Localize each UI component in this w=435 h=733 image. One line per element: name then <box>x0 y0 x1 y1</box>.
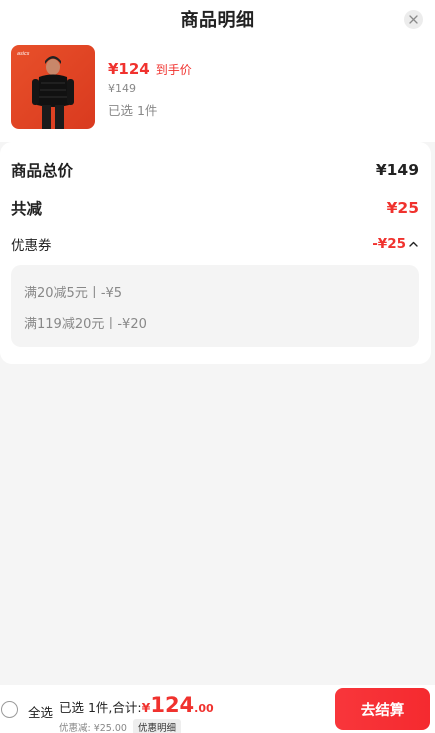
total-price-label: 商品总价 <box>11 162 74 180</box>
select-all-label[interactable]: 全选 <box>28 702 53 721</box>
coupon-item: 满20减5元丨-¥5 <box>24 286 123 301</box>
coupon-row[interactable]: 优惠券 -¥25 <box>11 234 419 254</box>
page-title: 商品明细 <box>180 10 255 31</box>
product-thumbnail[interactable]: asics <box>11 45 95 129</box>
coupon-label: 优惠券 <box>11 238 52 254</box>
sheet-header: 商品明细 <box>0 0 435 38</box>
coupon-value: -¥25 <box>372 236 406 252</box>
discount-line: 优惠减: ¥25.00 优惠明细 <box>59 719 181 733</box>
coupon-toggle[interactable]: -¥25 <box>372 236 419 252</box>
total-reduce-value: ¥25 <box>386 199 419 217</box>
chevron-up-icon <box>409 241 418 247</box>
final-price-line: ¥124 到手价 <box>108 60 192 78</box>
original-price: ¥149 <box>108 82 136 95</box>
close-icon <box>409 15 418 24</box>
summary-text: 已选 1件,合计: <box>59 700 142 715</box>
final-price-tag: 到手价 <box>155 63 192 77</box>
total-price-row: 商品总价 ¥149 <box>11 159 419 181</box>
total-decimal: .00 <box>194 702 214 715</box>
coupon-list: 满20减5元丨-¥5 满119减20元丨-¥20 <box>11 265 419 347</box>
total-integer: 124 <box>150 693 195 717</box>
product-summary: asics ¥124 到手价 ¥149 已选 1件 <box>0 38 435 142</box>
total-currency: ¥ <box>141 700 151 715</box>
price-breakdown-card: 商品总价 ¥149 共减 ¥25 优惠券 -¥25 满20减5元丨-¥5 满11… <box>0 142 431 364</box>
checkout-button[interactable]: 去结算 <box>335 688 430 730</box>
select-all-checkbox[interactable] <box>1 701 18 718</box>
close-button[interactable] <box>404 10 423 29</box>
final-price: ¥124 <box>108 60 150 78</box>
coupon-item: 满119减20元丨-¥20 <box>24 317 147 332</box>
discount-text: 优惠减: ¥25.00 <box>59 723 127 733</box>
checkout-bar: 全选 已选 1件,合计: ¥ 124 .00 优惠减: ¥25.00 优惠明细 … <box>0 685 435 733</box>
total-reduce-label: 共减 <box>11 200 43 218</box>
total-price-value: ¥149 <box>375 161 419 179</box>
selected-count: 已选 1件 <box>108 103 158 118</box>
order-summary: 已选 1件,合计: ¥ 124 .00 <box>59 693 214 717</box>
svg-text:asics: asics <box>17 51 30 57</box>
order-detail-sheet: 商品明细 asics ¥124 到手价 ¥149 已选 1件 商品总价 ¥149… <box>0 0 435 733</box>
discount-detail-button[interactable]: 优惠明细 <box>132 719 181 733</box>
total-reduce-row: 共减 ¥25 <box>11 197 419 219</box>
